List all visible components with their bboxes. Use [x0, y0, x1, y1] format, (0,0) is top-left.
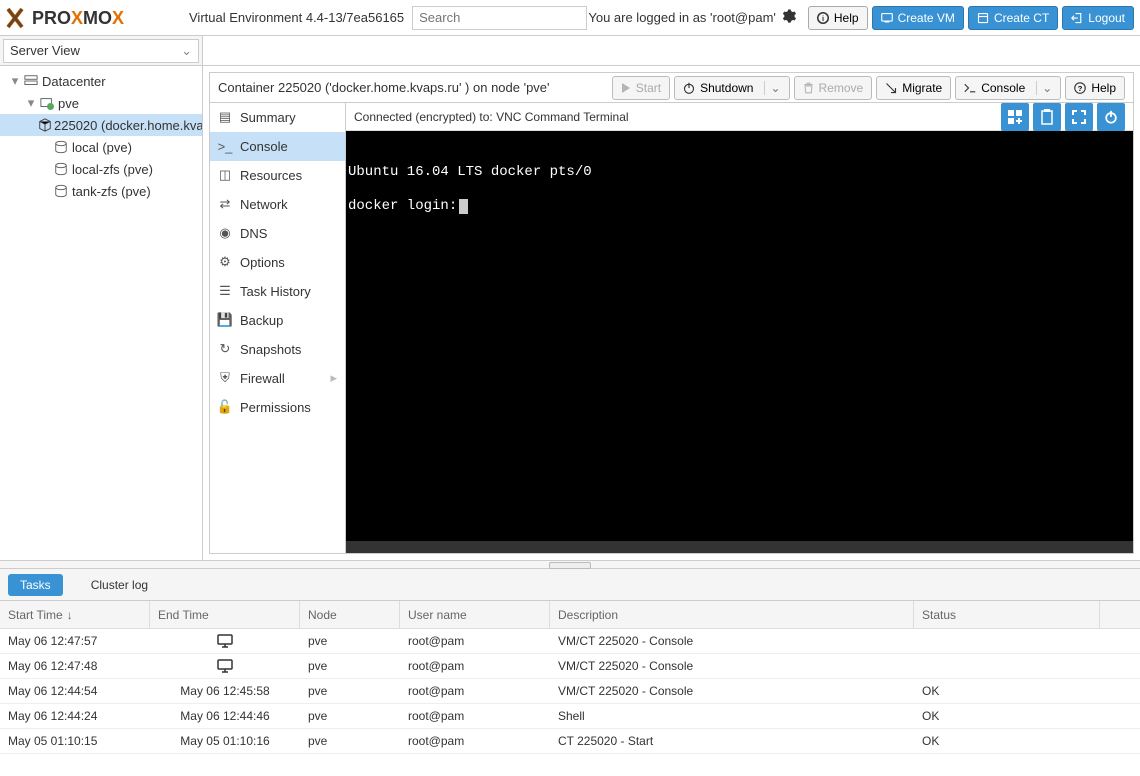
table-row[interactable]: May 06 12:47:48pveroot@pamVM/CT 225020 -…	[0, 654, 1140, 679]
help-button[interactable]: ? Help	[1065, 76, 1125, 100]
server-icon	[22, 74, 40, 88]
svg-text:PROXMOX: PROXMOX	[32, 8, 124, 28]
environment-label: Virtual Environment 4.4-13/7ea56165	[189, 10, 404, 25]
svg-text:?: ?	[1078, 84, 1083, 93]
sidenav-options[interactable]: ⚙Options	[210, 248, 345, 277]
cube-icon: ◫	[218, 167, 232, 183]
tree-node-pve[interactable]: ▾ pve	[0, 92, 202, 114]
col-node[interactable]: Node	[300, 601, 400, 628]
logout-button[interactable]: Logout	[1062, 6, 1134, 30]
create-vm-button[interactable]: Create VM	[872, 6, 964, 30]
storage-icon	[52, 162, 70, 176]
sort-down-icon: ↓	[67, 608, 73, 622]
create-ct-button[interactable]: Create CT	[968, 6, 1058, 30]
tree-storage-local[interactable]: local (pve)	[0, 136, 202, 158]
history-icon: ↻	[218, 341, 232, 357]
task-grid-body[interactable]: May 06 12:47:57pveroot@pamVM/CT 225020 -…	[0, 629, 1140, 769]
power-button[interactable]	[1097, 103, 1125, 131]
table-row[interactable]: May 05 01:10:15May 05 01:10:16pveroot@pa…	[0, 729, 1140, 754]
splitter-handle[interactable]	[0, 560, 1140, 568]
task-grid-header: Start Time ↓ End Time Node User name Des…	[0, 601, 1140, 629]
col-start-time[interactable]: Start Time ↓	[0, 601, 150, 628]
search-input[interactable]	[412, 6, 587, 30]
resource-tree: ▾ Datacenter ▾ pve 225020 (docker.home.k…	[0, 66, 203, 560]
chevron-down-icon[interactable]: ⌄	[764, 81, 780, 95]
sidenav-dns[interactable]: ◉DNS	[210, 219, 345, 248]
storage-icon	[52, 140, 70, 154]
terminal-line: Ubuntu 16.04 LTS docker pts/0	[348, 163, 1131, 183]
tree-storage-local-zfs[interactable]: local-zfs (pve)	[0, 158, 202, 180]
expand-icon[interactable]: ▾	[8, 73, 22, 89]
unlock-icon: 🔓	[218, 399, 232, 415]
gear-icon[interactable]	[782, 9, 796, 26]
svg-text:i: i	[822, 14, 824, 23]
chevron-down-icon: ⌄	[181, 43, 192, 59]
table-row[interactable]: May 06 12:44:24May 06 12:44:46pveroot@pa…	[0, 704, 1140, 729]
remove-button: Remove	[794, 76, 873, 100]
console-button[interactable]: Console ⌄	[955, 76, 1061, 100]
send-keys-button[interactable]	[1001, 103, 1029, 131]
sidenav-firewall[interactable]: ⛨Firewall▸	[210, 364, 345, 393]
col-user[interactable]: User name	[400, 601, 550, 628]
col-description[interactable]: Description	[550, 601, 914, 628]
tree-storage-tank-zfs[interactable]: tank-zfs (pve)	[0, 180, 202, 202]
terminal-line: docker login:	[348, 197, 1131, 217]
sidenav-backup[interactable]: 💾Backup	[210, 306, 345, 335]
chevron-down-icon[interactable]: ⌄	[1036, 81, 1052, 95]
container-icon	[38, 118, 52, 132]
login-info: You are logged in as 'root@pam'	[588, 10, 776, 25]
terminal[interactable]: Ubuntu 16.04 LTS docker pts/0 docker log…	[346, 131, 1133, 553]
sidenav-network[interactable]: ⇄Network	[210, 190, 345, 219]
node-icon	[38, 96, 56, 110]
view-selector[interactable]: Server View ⌄	[3, 39, 199, 63]
start-button: Start	[612, 76, 670, 100]
network-icon: ⇄	[218, 196, 232, 212]
expand-icon[interactable]: ▾	[24, 95, 38, 111]
gear-icon: ⚙	[218, 254, 232, 270]
sidenav-snapshots[interactable]: ↻Snapshots	[210, 335, 345, 364]
sidenav-task-history[interactable]: ☰Task History	[210, 277, 345, 306]
shield-icon: ⛨	[218, 370, 232, 386]
terminal-icon: >_	[218, 139, 232, 154]
help-button[interactable]: i Help	[808, 6, 868, 30]
save-icon: 💾	[218, 312, 232, 328]
shutdown-button[interactable]: Shutdown ⌄	[674, 76, 789, 100]
monitor-icon	[217, 659, 233, 673]
fullscreen-button[interactable]	[1065, 103, 1093, 131]
book-icon: ▤	[218, 109, 232, 125]
cursor-icon	[459, 199, 468, 214]
sidenav-permissions[interactable]: 🔓Permissions	[210, 393, 345, 422]
sidenav-summary[interactable]: ▤Summary	[210, 103, 345, 132]
list-icon: ☰	[218, 283, 232, 299]
console-status: Connected (encrypted) to: VNC Command Te…	[354, 110, 1001, 124]
storage-icon	[52, 184, 70, 198]
tab-cluster-log[interactable]: Cluster log	[79, 574, 160, 596]
globe-icon: ◉	[218, 225, 232, 241]
table-row[interactable]: May 06 12:47:57pveroot@pamVM/CT 225020 -…	[0, 629, 1140, 654]
monitor-icon	[217, 634, 233, 648]
table-row[interactable]: May 06 12:44:54May 06 12:45:58pveroot@pa…	[0, 679, 1140, 704]
migrate-button[interactable]: Migrate	[876, 76, 951, 100]
tree-datacenter[interactable]: ▾ Datacenter	[0, 70, 202, 92]
proxmox-logo: PROXMOX	[6, 6, 181, 30]
col-status[interactable]: Status	[914, 601, 1100, 628]
clipboard-button[interactable]	[1033, 103, 1061, 131]
chevron-right-icon: ▸	[330, 370, 337, 386]
breadcrumb: Container 225020 ('docker.home.kvaps.ru'…	[218, 80, 608, 95]
col-end-time[interactable]: End Time	[150, 601, 300, 628]
sidenav-resources[interactable]: ◫Resources	[210, 161, 345, 190]
sidenav-console[interactable]: >_Console	[210, 132, 345, 161]
tab-tasks[interactable]: Tasks	[8, 574, 63, 596]
tree-container-225020[interactable]: 225020 (docker.home.kvaps.ru)	[0, 114, 202, 136]
